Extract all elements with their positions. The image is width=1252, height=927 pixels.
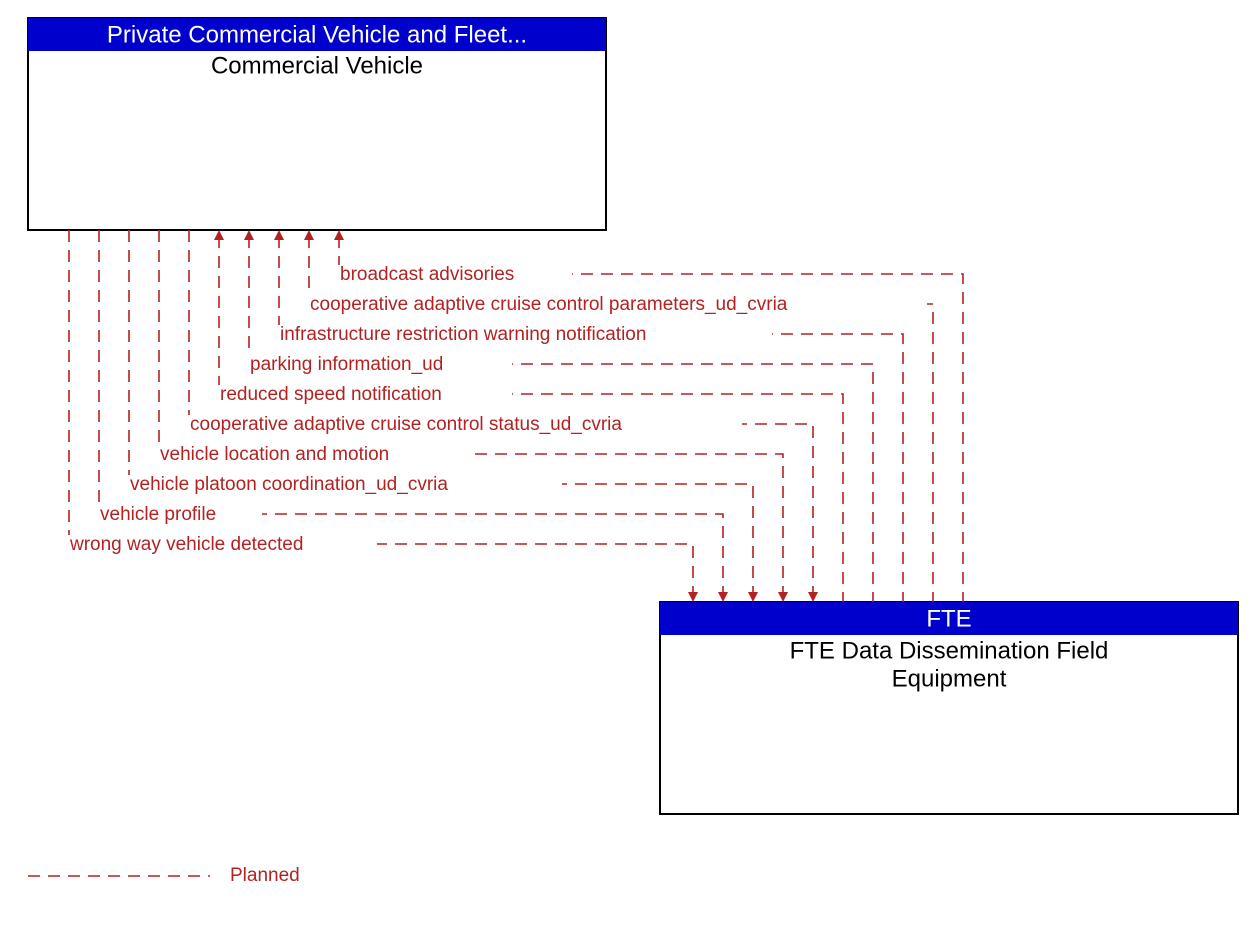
svg-text:vehicle profile: vehicle profile [100,504,216,525]
entity-fte-equipment: FTE FTE Data Dissemination Field Equipme… [660,602,1238,814]
svg-text:wrong way vehicle detected: wrong way vehicle detected [69,534,303,555]
svg-text:reduced speed notification: reduced speed notification [220,384,442,405]
entity-title: Commercial Vehicle [211,52,423,79]
svg-text:broadcast advisories: broadcast advisories [340,264,514,285]
svg-text:cooperative adaptive cruise co: cooperative adaptive cruise control para… [310,294,788,315]
svg-text:cooperative adaptive cruise co: cooperative adaptive cruise control stat… [190,414,622,435]
svg-text:vehicle location and motion: vehicle location and motion [160,444,389,465]
svg-text:infrastructure restriction war: infrastructure restriction warning notif… [280,324,646,345]
entity-title-line2: Equipment [892,665,1007,692]
architecture-diagram: Private Commercial Vehicle and Fleet... … [0,0,1252,927]
entity-header-text: Private Commercial Vehicle and Fleet... [107,21,527,48]
svg-text:parking information_ud: parking information_ud [250,354,443,375]
legend-planned-label: Planned [230,865,300,886]
legend: Planned [28,865,300,886]
entity-commercial-vehicle: Private Commercial Vehicle and Fleet... … [28,18,606,230]
entity-title-line1: FTE Data Dissemination Field [790,637,1109,664]
entity-header-text: FTE [926,605,971,632]
svg-text:vehicle platoon coordination_u: vehicle platoon coordination_ud_cvria [130,474,448,495]
